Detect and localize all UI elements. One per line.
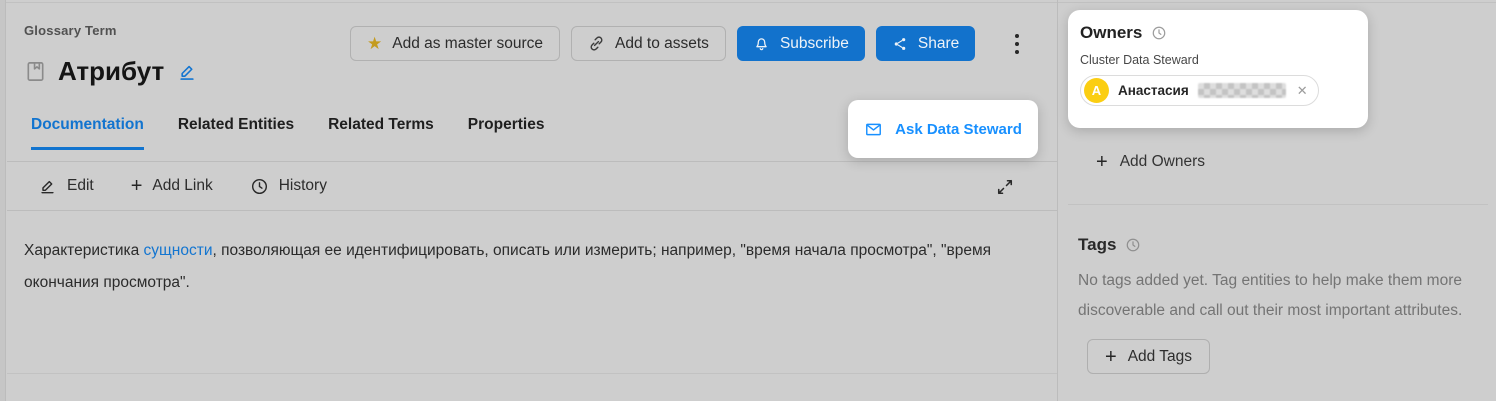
- add-owners-button[interactable]: + Add Owners: [1096, 152, 1205, 172]
- history-clock-icon[interactable]: [1151, 25, 1167, 41]
- bell-icon: [753, 35, 770, 52]
- subscribe-button[interactable]: Subscribe: [737, 26, 865, 61]
- tab-related-entities[interactable]: Related Entities: [178, 116, 294, 150]
- plus-icon: +: [1096, 152, 1108, 172]
- ownership-type-label: Cluster Data Steward: [1080, 53, 1356, 67]
- history-clock-icon[interactable]: [1125, 237, 1141, 253]
- add-as-master-source-button[interactable]: ★ Add as master source: [350, 26, 560, 61]
- envelope-icon: [864, 120, 883, 139]
- entity-link[interactable]: сущности: [144, 242, 213, 259]
- share-nodes-icon: [892, 36, 908, 52]
- sidebar-section-divider: [1068, 204, 1488, 205]
- owners-section: Owners Cluster Data Steward A Анастасия …: [1068, 10, 1368, 128]
- glossary-term-page: Glossary Term Атрибут ★ Add as master so…: [0, 0, 1496, 401]
- owners-title-row: Owners: [1080, 23, 1356, 43]
- documentation-toolbar: Edit + Add Link History: [38, 171, 327, 201]
- term-definition: Характеристика сущности, позволяющая ее …: [24, 235, 1018, 299]
- add-to-assets-button[interactable]: Add to assets: [571, 26, 726, 61]
- left-edge-strip: [0, 0, 6, 401]
- plus-icon: +: [131, 176, 143, 196]
- glossary-term-icon: [24, 60, 47, 83]
- tags-title: Tags: [1078, 235, 1116, 255]
- tab-bar: Documentation Related Entities Related T…: [31, 116, 544, 150]
- redacted-surname: [1198, 83, 1286, 98]
- plus-icon: +: [1105, 347, 1117, 367]
- tab-related-terms[interactable]: Related Terms: [328, 116, 434, 150]
- toolbar-divider: [7, 210, 1057, 211]
- tags-title-row: Tags: [1078, 235, 1141, 255]
- clock-icon: [250, 177, 269, 196]
- top-divider: [0, 2, 1496, 3]
- content-bottom-divider: [7, 373, 1057, 374]
- header-actions: ★ Add as master source Add to assets Sub…: [350, 26, 975, 61]
- avatar: A: [1084, 78, 1109, 103]
- share-button[interactable]: Share: [876, 26, 975, 61]
- edit-title-button[interactable]: [177, 62, 197, 82]
- add-tags-button[interactable]: + Add Tags: [1087, 339, 1210, 374]
- sidebar-divider-vertical: [1057, 0, 1058, 401]
- entity-type-label: Glossary Term: [24, 23, 117, 38]
- title-row: Атрибут: [24, 56, 197, 87]
- link-icon: [588, 35, 605, 52]
- tab-documentation[interactable]: Documentation: [31, 116, 144, 150]
- ask-data-steward-button[interactable]: Ask Data Steward: [848, 100, 1038, 158]
- history-button[interactable]: History: [250, 177, 327, 196]
- star-icon: ★: [367, 35, 382, 52]
- owner-name: Анастасия: [1118, 83, 1189, 98]
- remove-owner-icon[interactable]: ✕: [1295, 83, 1308, 99]
- pencil-underline-icon: [38, 177, 57, 196]
- definition-text: Характеристика: [24, 242, 144, 259]
- owner-chip[interactable]: A Анастасия ✕: [1080, 75, 1319, 106]
- more-options-button[interactable]: [1007, 29, 1027, 59]
- tags-empty-state-text: No tags added yet. Tag entities to help …: [1078, 266, 1492, 326]
- tab-bar-divider: [7, 161, 1057, 162]
- add-link-button[interactable]: + Add Link: [131, 176, 213, 196]
- owners-title: Owners: [1080, 23, 1142, 43]
- page-title: Атрибут: [58, 56, 164, 87]
- tab-properties[interactable]: Properties: [468, 116, 545, 150]
- expand-icon[interactable]: [995, 175, 1019, 199]
- edit-button[interactable]: Edit: [38, 177, 94, 196]
